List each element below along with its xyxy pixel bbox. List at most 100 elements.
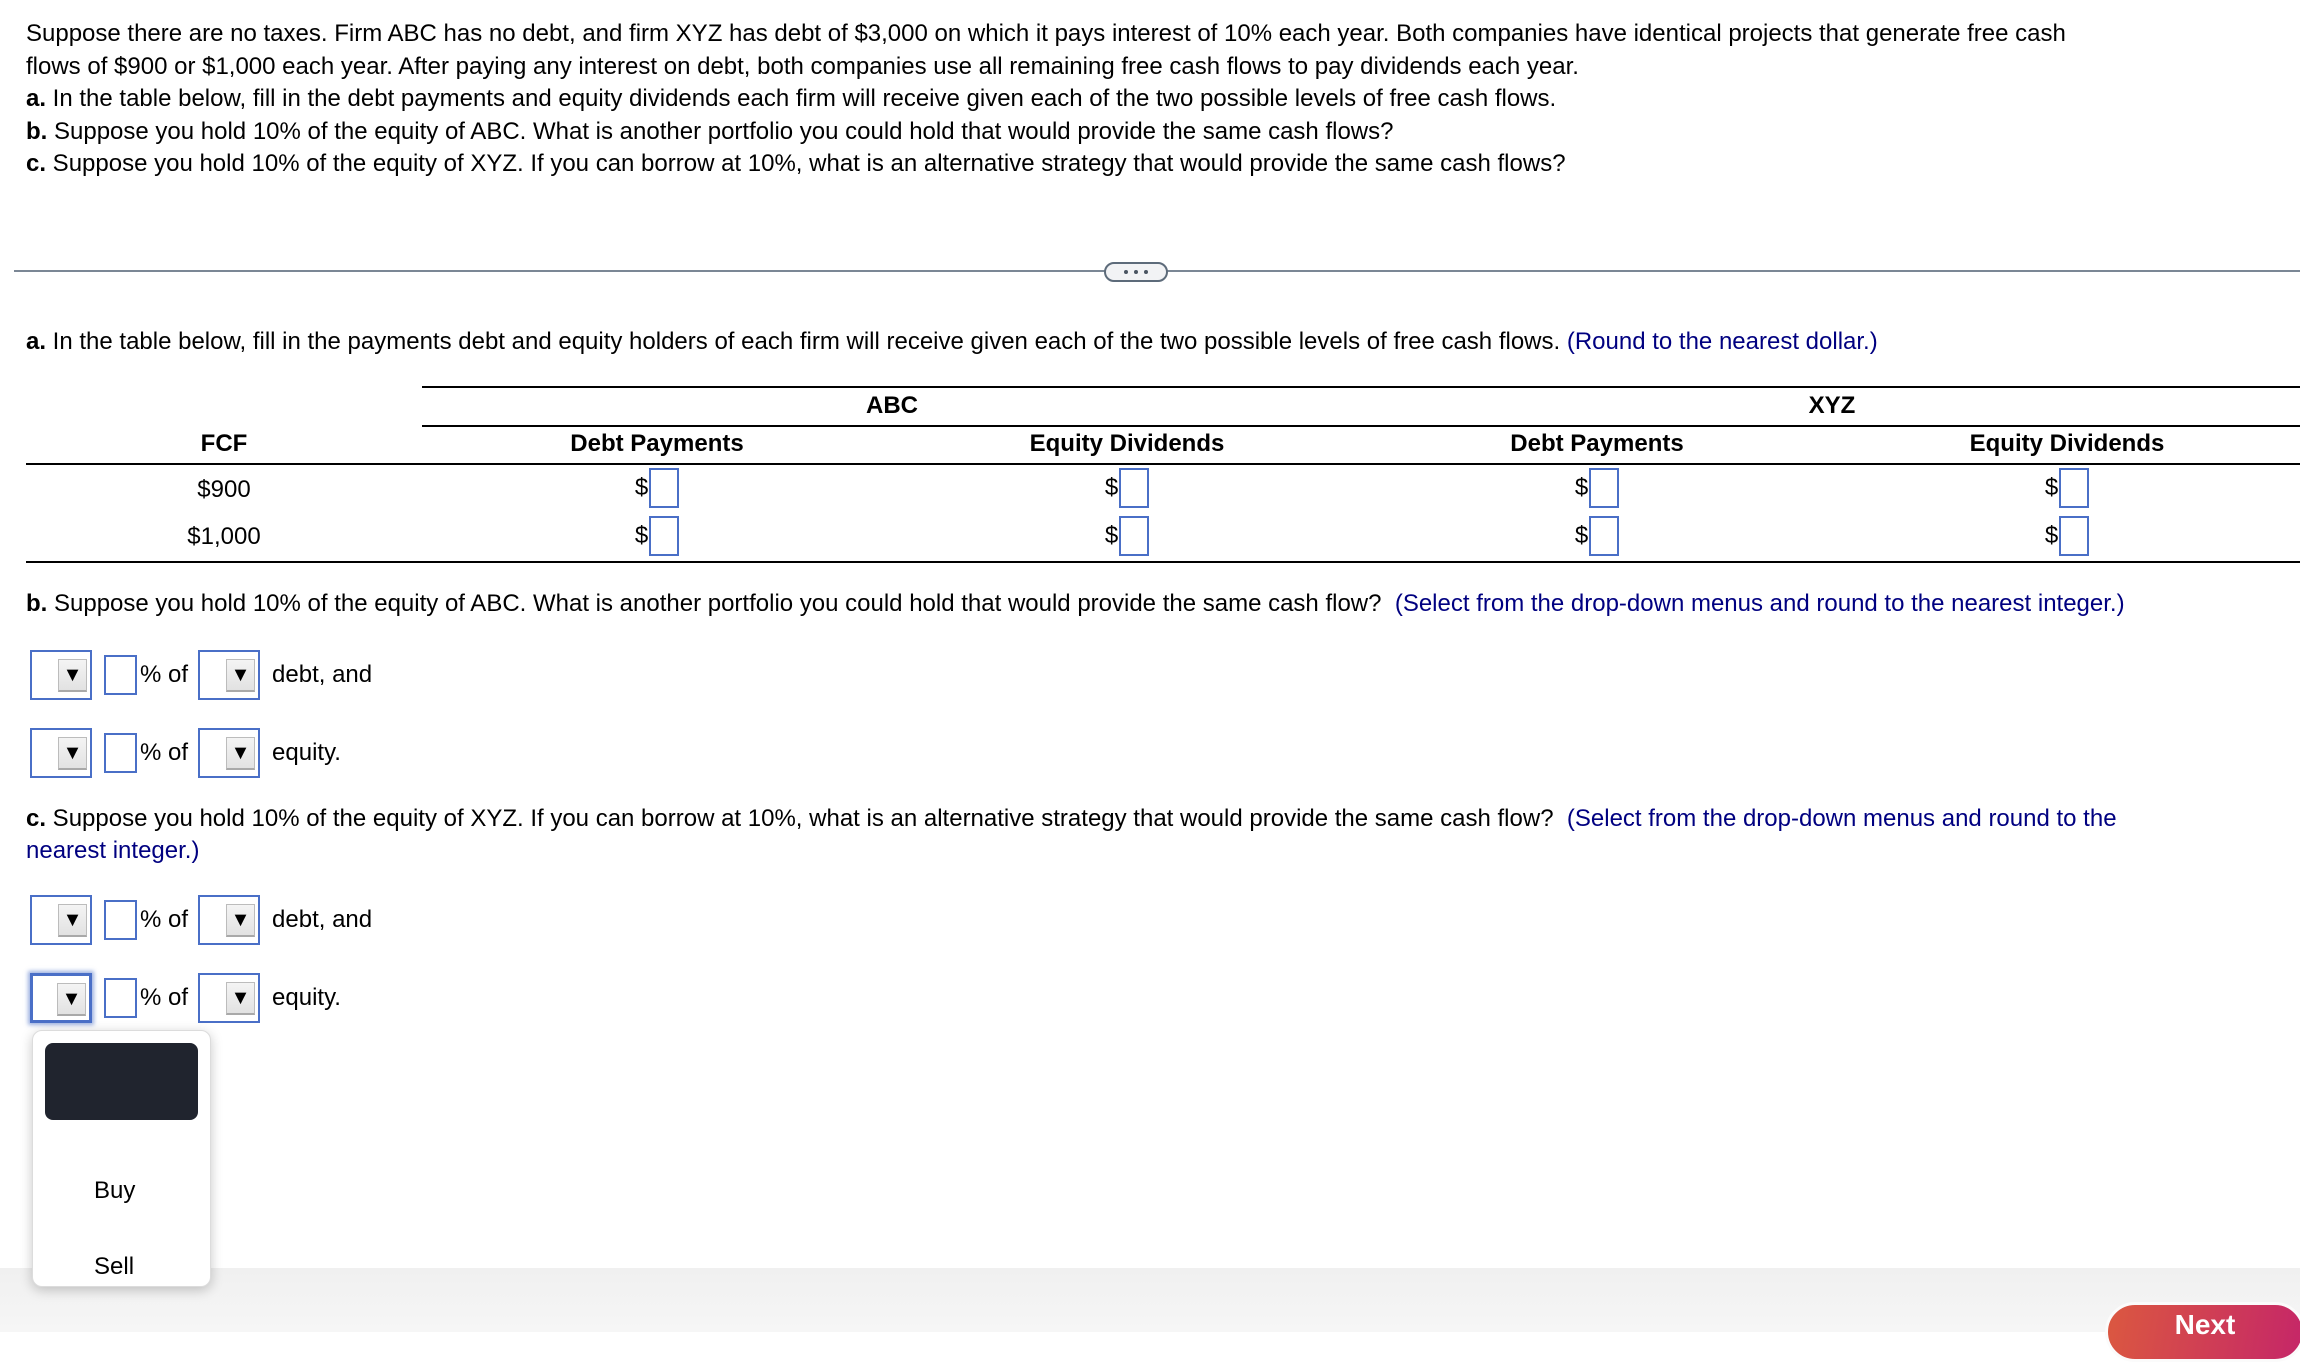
col-header-fcf: FCF: [200, 430, 248, 457]
dollar-sign: $: [2044, 474, 2059, 501]
part-c-row-equity: ▼ % of ▼ equity.: [30, 972, 341, 1024]
part-c-equity-firm-select[interactable]: ▼: [198, 973, 261, 1023]
table-row: $: [892, 468, 1362, 508]
dropdown-arrow-icon[interactable]: ▼: [226, 737, 256, 770]
table-row: $: [1832, 468, 2300, 508]
table-row: $: [422, 468, 892, 508]
dollar-sign: $: [1574, 474, 1589, 501]
dropdown-option-blank[interactable]: [45, 1043, 198, 1120]
part-a-hint: (Round to the nearest dollar.): [1566, 328, 1878, 355]
table-row: $: [422, 516, 892, 556]
dropdown-arrow-icon[interactable]: ▼: [58, 904, 87, 937]
abc-equity-1000-input[interactable]: [1119, 516, 1150, 556]
intro-b-label: b.: [26, 117, 48, 145]
percent-of-label: % of: [140, 906, 189, 933]
col-header-xyz-debt: Debt Payments: [1510, 430, 1684, 457]
intro-line-1: Suppose there are no taxes. Firm ABC has…: [26, 20, 2066, 47]
part-b-hint: (Select from the drop-down menus and rou…: [1394, 590, 2125, 617]
part-c-question: c. Suppose you hold 10% of the equity of…: [26, 803, 2296, 867]
part-c-debt-firm-select[interactable]: ▼: [198, 895, 261, 945]
abc-debt-1000-input[interactable]: [649, 516, 680, 556]
dollar-sign: $: [634, 474, 649, 501]
group-header-xyz: XYZ: [1808, 392, 1856, 419]
fcf-value: $1,000: [187, 523, 261, 550]
xyz-equity-900-input[interactable]: [2059, 468, 2090, 508]
intro-line-2: flows of $900 or $1,000 each year. After…: [26, 52, 1579, 80]
table-row: $: [1362, 468, 1832, 508]
part-b-debt-firm-select[interactable]: ▼: [198, 650, 261, 700]
table-rule-top: [422, 386, 2300, 388]
dollar-sign: $: [1104, 474, 1119, 501]
dollar-sign: $: [2044, 522, 2059, 549]
dropdown-arrow-icon[interactable]: ▼: [58, 737, 87, 770]
percent-of-label: % of: [140, 661, 189, 688]
percent-of-label: % of: [140, 739, 189, 766]
expand-handle-button[interactable]: [1104, 262, 1168, 282]
xyz-equity-1000-input[interactable]: [2059, 516, 2090, 556]
row-tail-label: equity.: [272, 739, 341, 766]
problem-statement: Suppose there are no taxes. Firm ABC has…: [26, 18, 2276, 181]
part-c-label: c.: [26, 805, 47, 832]
intro-a-label: a.: [26, 85, 47, 112]
dropdown-arrow-icon[interactable]: ▼: [58, 659, 87, 692]
part-b-debt-action-select[interactable]: ▼: [30, 650, 92, 700]
dot-icon: [1134, 270, 1138, 274]
table-rule-header: [26, 463, 2300, 465]
dropdown-arrow-icon[interactable]: ▼: [226, 982, 256, 1015]
dropdown-arrow-icon[interactable]: ▼: [226, 904, 256, 937]
part-b-equity-action-select[interactable]: ▼: [30, 728, 92, 778]
col-header-xyz-equity: Equity Dividends: [1969, 430, 2165, 457]
part-b-label: b.: [26, 590, 48, 617]
dropdown-arrow-icon[interactable]: ▼: [57, 983, 86, 1016]
part-b-question: b. Suppose you hold 10% of the equity of…: [26, 590, 2125, 618]
col-header-abc-equity: Equity Dividends: [1029, 430, 1225, 457]
dropdown-option-sell[interactable]: Sell: [94, 1253, 134, 1281]
part-c-debt-action-select[interactable]: ▼: [30, 895, 92, 945]
part-c-equity-action-select[interactable]: ▼: [30, 973, 92, 1023]
dot-icon: [1124, 270, 1128, 274]
part-c-row-debt: ▼ % of ▼ debt, and: [30, 894, 372, 946]
col-header-abc-debt: Debt Payments: [570, 430, 744, 457]
table-rule-group: [422, 425, 2300, 427]
group-header-abc: ABC: [866, 392, 918, 419]
part-c-equity-percent-input[interactable]: [104, 978, 137, 1018]
table-row: $: [1362, 516, 1832, 556]
part-b-row-equity: ▼ % of ▼ equity.: [30, 727, 341, 779]
table-row: $: [1832, 516, 2300, 556]
percent-of-label: % of: [140, 984, 189, 1011]
abc-equity-900-input[interactable]: [1119, 468, 1150, 508]
part-b-equity-percent-input[interactable]: [104, 733, 137, 773]
part-b-row-debt: ▼ % of ▼ debt, and: [30, 649, 372, 701]
part-b-equity-firm-select[interactable]: ▼: [198, 728, 261, 778]
table-row: $: [892, 516, 1362, 556]
dropdown-menu: Buy Sell: [32, 1030, 211, 1287]
part-c-debt-percent-input[interactable]: [104, 900, 137, 940]
part-c-hint-2: nearest integer.): [26, 837, 200, 864]
row-tail-label: equity.: [272, 984, 341, 1011]
next-button[interactable]: Next: [2105, 1302, 2300, 1362]
part-c-text: Suppose you hold 10% of the equity of XY…: [46, 805, 1554, 832]
footer-bar: [0, 1268, 2300, 1332]
intro-c-text: Suppose you hold 10% of the equity of XY…: [46, 150, 1566, 177]
row-tail-label: debt, and: [272, 906, 373, 933]
table-rule-bottom: [26, 561, 2300, 563]
dropdown-option-buy[interactable]: Buy: [94, 1177, 135, 1205]
intro-c-label: c.: [26, 150, 47, 177]
abc-debt-900-input[interactable]: [649, 468, 680, 508]
xyz-debt-1000-input[interactable]: [1589, 516, 1620, 556]
part-b-debt-percent-input[interactable]: [104, 655, 137, 695]
dollar-sign: $: [1104, 522, 1119, 549]
intro-b-text: Suppose you hold 10% of the equity of AB…: [47, 117, 1394, 145]
part-b-text: Suppose you hold 10% of the equity of AB…: [47, 590, 1382, 617]
part-a-question: a. In the table below, fill in the payme…: [26, 328, 1878, 356]
part-a-label: a.: [26, 328, 47, 355]
part-c-hint-1: (Select from the drop-down menus and rou…: [1566, 805, 2117, 832]
dollar-sign: $: [634, 522, 649, 549]
dropdown-arrow-icon[interactable]: ▼: [226, 659, 256, 692]
dot-icon: [1144, 270, 1148, 274]
part-a-text: In the table below, fill in the payments…: [46, 328, 1561, 355]
fcf-value: $900: [197, 476, 251, 503]
xyz-debt-900-input[interactable]: [1589, 468, 1620, 508]
row-tail-label: debt, and: [272, 661, 373, 688]
dollar-sign: $: [1574, 522, 1589, 549]
